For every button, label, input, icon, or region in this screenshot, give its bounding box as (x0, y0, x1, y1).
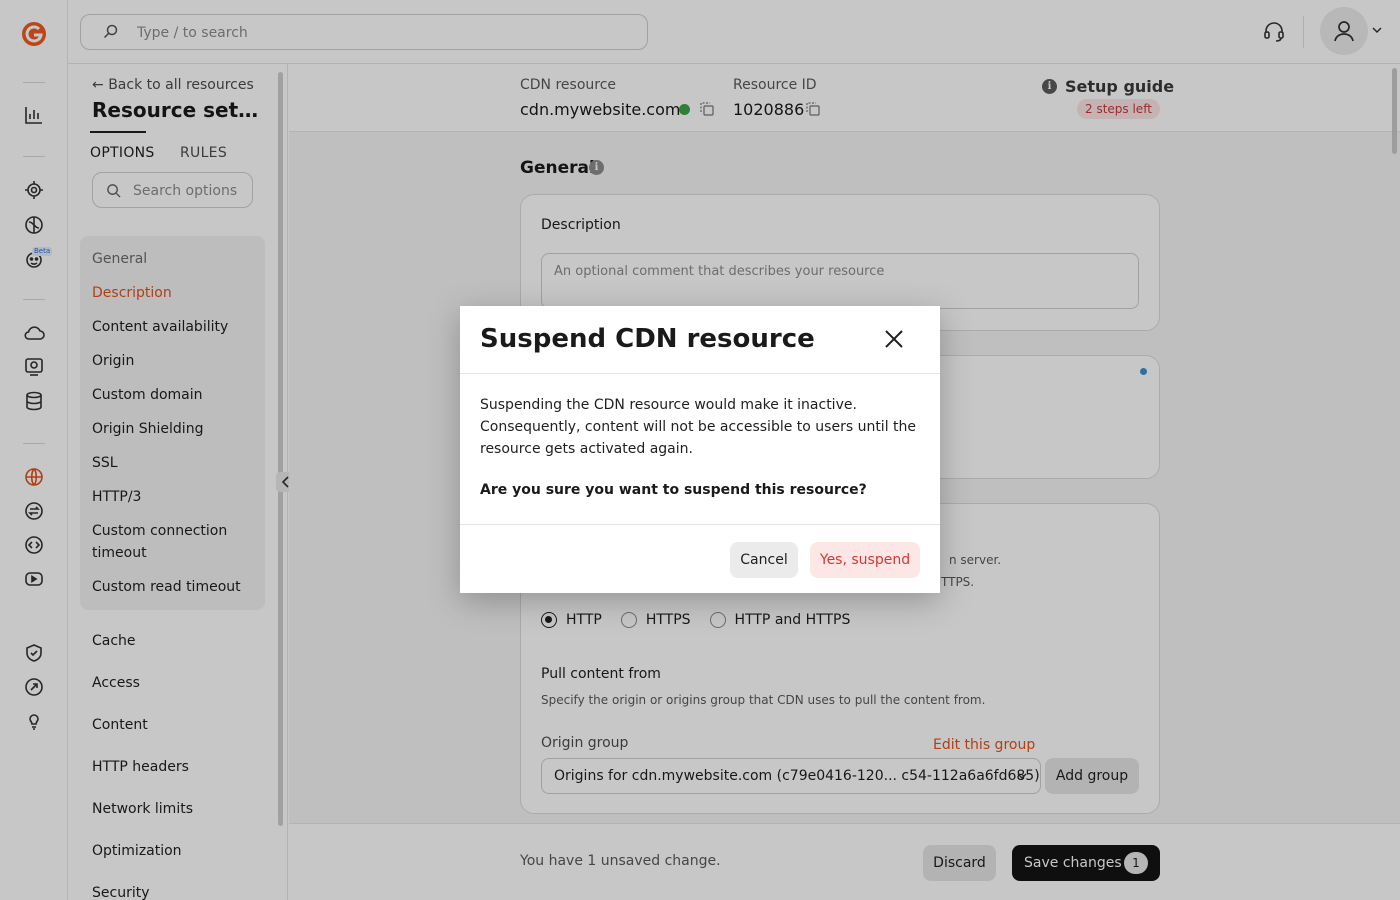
dialog-body: Suspending the CDN resource would make i… (480, 397, 917, 457)
suspend-dialog: Suspend CDN resource Suspending the CDN … (460, 306, 940, 593)
close-button[interactable] (882, 328, 906, 352)
dialog-title: Suspend CDN resource (480, 324, 815, 354)
dialog-divider (460, 373, 940, 374)
cancel-button[interactable]: Cancel (730, 542, 798, 578)
dialog-question: Are you sure you want to suspend this re… (480, 482, 867, 498)
close-icon (885, 329, 903, 348)
confirm-suspend-button[interactable]: Yes, suspend (810, 542, 920, 578)
dialog-divider (460, 524, 940, 525)
